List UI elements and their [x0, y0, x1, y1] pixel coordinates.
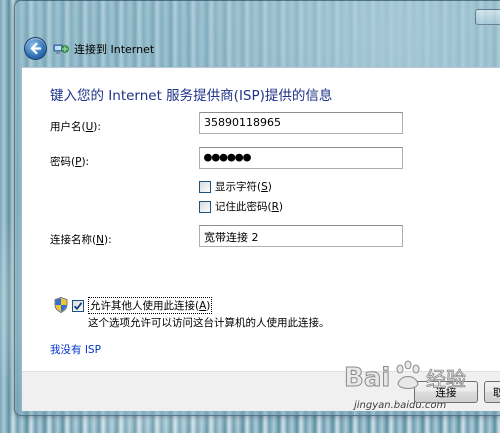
- connection-name-label-text: 连接名称(: [50, 234, 97, 246]
- remember-password-option[interactable]: 记住此密码(R): [199, 199, 283, 214]
- password-label: 密码(P):: [50, 154, 89, 169]
- watermark-url: jingyan.baidu.com: [354, 400, 447, 411]
- show-chars-label-text: 显示字符(: [215, 181, 262, 193]
- connection-name-field[interactable]: 宽带连接 2: [199, 225, 403, 247]
- password-value: ●●●●●●: [204, 150, 251, 165]
- remember-password-label-text: 记住此密码(: [215, 201, 272, 213]
- remember-password-accel: R: [271, 201, 279, 213]
- show-chars-label-end: ): [267, 181, 272, 193]
- back-button[interactable]: [24, 37, 47, 60]
- allow-others-label-text: 允许其他人使用此连接(: [90, 300, 200, 312]
- connect-to-internet-window: 连接到 Internet 键入您的 Internet 服务提供商(ISP)提供的…: [14, 0, 500, 416]
- content-panel: 键入您的 Internet 服务提供商(ISP)提供的信息 用户名(U): 35…: [22, 67, 500, 371]
- remember-password-checkbox[interactable]: [199, 200, 211, 213]
- username-label-text: 用户名(: [50, 121, 86, 133]
- checkmark-icon: [73, 301, 83, 310]
- show-chars-label: 显示字符(S): [215, 179, 272, 194]
- username-field[interactable]: 35890118965: [199, 112, 403, 134]
- network-connection-icon: [53, 44, 69, 54]
- connection-name-accel: N: [96, 234, 104, 246]
- allow-others-checkbox[interactable]: [72, 299, 84, 312]
- show-chars-accel: S: [261, 181, 268, 193]
- remember-password-label: 记住此密码(R): [215, 199, 283, 214]
- username-label: 用户名(U):: [50, 119, 101, 134]
- connection-name-label-end: ):: [103, 234, 112, 246]
- username-label-end: ):: [93, 121, 101, 133]
- remember-password-label-end: ): [278, 201, 284, 213]
- allow-others-label: 允许其他人使用此连接(A): [88, 297, 213, 314]
- allow-others-option[interactable]: 允许其他人使用此连接(A): [72, 297, 213, 314]
- title-bar: 连接到 Internet: [15, 1, 500, 67]
- password-label-end: ):: [81, 156, 90, 168]
- show-chars-option[interactable]: 显示字符(S): [199, 179, 272, 194]
- password-field[interactable]: ●●●●●●: [199, 147, 403, 169]
- password-label-text: 密码(: [50, 156, 76, 168]
- back-arrow-icon: [30, 42, 42, 55]
- uac-shield-icon: [54, 297, 68, 313]
- cancel-button[interactable]: 取: [484, 381, 500, 403]
- connection-name-label: 连接名称(N):: [50, 232, 112, 247]
- page-heading: 键入您的 Internet 服务提供商(ISP)提供的信息: [50, 88, 333, 104]
- title-area: 连接到 Internet: [53, 41, 154, 57]
- no-isp-link[interactable]: 我没有 ISP: [50, 342, 101, 357]
- allow-others-description: 这个选项允许可以访问这台计算机的人使用此连接。: [88, 317, 330, 329]
- show-chars-checkbox[interactable]: [199, 180, 211, 193]
- window-title: 连接到 Internet: [74, 43, 155, 56]
- window-control[interactable]: [475, 9, 500, 25]
- allow-others-label-end: ): [206, 300, 211, 312]
